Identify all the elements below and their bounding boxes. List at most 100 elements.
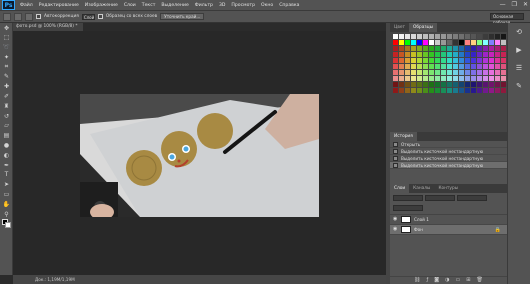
color-swatch[interactable] <box>453 34 458 39</box>
menu-image[interactable]: Изображение <box>82 3 121 8</box>
color-swatch[interactable] <box>483 34 488 39</box>
color-swatch[interactable] <box>423 40 428 45</box>
color-swatch[interactable] <box>447 76 452 81</box>
color-swatch[interactable] <box>399 88 404 93</box>
color-swatch[interactable] <box>441 52 446 57</box>
color-swatch[interactable] <box>435 70 440 75</box>
color-swatch[interactable] <box>405 82 410 87</box>
color-swatch[interactable] <box>411 58 416 63</box>
color-swatch[interactable] <box>435 58 440 63</box>
color-swatch[interactable] <box>489 34 494 39</box>
eyedropper-icon[interactable]: ✎ <box>2 73 11 81</box>
color-swatch[interactable] <box>465 40 470 45</box>
color-swatch[interactable] <box>465 58 470 63</box>
color-swatch[interactable] <box>453 82 458 87</box>
eye-icon[interactable]: ◉ <box>393 227 398 232</box>
color-swatch[interactable] <box>435 82 440 87</box>
menu-file[interactable]: Файл <box>17 3 36 8</box>
layer-filter-select[interactable] <box>393 195 423 201</box>
history-icon[interactable]: ⟲ <box>514 27 524 37</box>
color-swatch[interactable] <box>459 88 464 93</box>
color-swatch[interactable] <box>489 52 494 57</box>
color-swatch[interactable] <box>501 88 506 93</box>
zoom-icon[interactable]: ⚲ <box>2 210 11 218</box>
color-swatch[interactable] <box>435 88 440 93</box>
link-icon[interactable]: ⛓ <box>414 277 420 284</box>
color-swatch[interactable] <box>465 34 470 39</box>
color-swatch[interactable] <box>429 82 434 87</box>
color-swatch[interactable] <box>471 58 476 63</box>
fx-icon[interactable]: ƒ <box>427 277 429 284</box>
color-swatch[interactable] <box>501 52 506 57</box>
color-swatch[interactable] <box>459 70 464 75</box>
color-swatch[interactable] <box>393 52 398 57</box>
color-swatch[interactable] <box>405 70 410 75</box>
color-swatch[interactable] <box>441 76 446 81</box>
color-swatch[interactable] <box>453 58 458 63</box>
color-swatch[interactable] <box>489 64 494 69</box>
color-swatch[interactable] <box>393 76 398 81</box>
magic-wand-icon[interactable]: ✦ <box>2 53 11 61</box>
color-swatch[interactable] <box>399 46 404 51</box>
color-swatch[interactable] <box>411 46 416 51</box>
menu-window[interactable]: Окно <box>258 3 276 8</box>
mask-icon[interactable]: ◙ <box>434 277 439 284</box>
healing-icon[interactable]: ✚ <box>2 83 11 91</box>
color-swatch[interactable] <box>495 52 500 57</box>
color-swatch[interactable] <box>399 76 404 81</box>
color-swatch[interactable] <box>483 76 488 81</box>
color-swatch[interactable] <box>471 34 476 39</box>
color-swatch[interactable] <box>477 64 482 69</box>
color-swatch[interactable] <box>435 76 440 81</box>
color-swatch[interactable] <box>459 64 464 69</box>
color-swatch[interactable] <box>429 46 434 51</box>
color-swatch[interactable] <box>471 64 476 69</box>
color-swatch[interactable] <box>441 88 446 93</box>
type-icon[interactable]: T <box>2 171 11 179</box>
color-swatch[interactable] <box>465 46 470 51</box>
color-swatch[interactable] <box>495 64 500 69</box>
color-swatch[interactable] <box>399 58 404 63</box>
color-swatch[interactable] <box>447 82 452 87</box>
color-swatch[interactable] <box>495 82 500 87</box>
color-swatch[interactable] <box>447 70 452 75</box>
color-swatch[interactable] <box>399 40 404 45</box>
color-swatch[interactable] <box>477 88 482 93</box>
fill-field[interactable] <box>393 204 423 211</box>
color-swatch[interactable] <box>459 52 464 57</box>
color-swatch[interactable] <box>405 46 410 51</box>
color-swatch[interactable] <box>405 64 410 69</box>
color-swatch[interactable] <box>423 34 428 39</box>
color-swatch[interactable] <box>435 40 440 45</box>
history-brush-icon[interactable]: ↺ <box>2 112 11 120</box>
color-swatch[interactable] <box>483 70 488 75</box>
menu-layer[interactable]: Слои <box>121 3 139 8</box>
color-swatch[interactable] <box>501 76 506 81</box>
color-swatch[interactable] <box>411 88 416 93</box>
color-swatch[interactable] <box>429 34 434 39</box>
color-swatch[interactable] <box>405 76 410 81</box>
color-swatch[interactable] <box>447 88 452 93</box>
color-swatch[interactable] <box>465 70 470 75</box>
color-swatch[interactable] <box>393 70 398 75</box>
document-canvas[interactable] <box>80 94 319 217</box>
blur-icon[interactable]: ● <box>2 142 11 150</box>
color-swatch[interactable] <box>429 58 434 63</box>
color-swatch[interactable] <box>423 52 428 57</box>
color-swatch[interactable] <box>429 76 434 81</box>
history-item[interactable]: Выделить кисточкой нестандартную <box>390 155 507 162</box>
brush-icon[interactable]: ✐ <box>2 93 11 101</box>
document-tab[interactable]: фото.psd @ 100% (RGB/8) * <box>13 23 83 31</box>
menu-view[interactable]: Просмотр <box>228 3 258 8</box>
color-swatch[interactable] <box>453 64 458 69</box>
hand-icon[interactable]: ✋ <box>2 200 11 208</box>
color-swatch[interactable] <box>489 82 494 87</box>
color-swatch[interactable] <box>483 46 488 51</box>
color-swatch[interactable] <box>417 64 422 69</box>
restore-icon[interactable]: ❐ <box>512 1 517 8</box>
color-swatch[interactable] <box>489 70 494 75</box>
color-swatch[interactable] <box>453 70 458 75</box>
color-swatch[interactable] <box>423 76 428 81</box>
color-swatch[interactable] <box>489 46 494 51</box>
color-swatch[interactable] <box>471 52 476 57</box>
